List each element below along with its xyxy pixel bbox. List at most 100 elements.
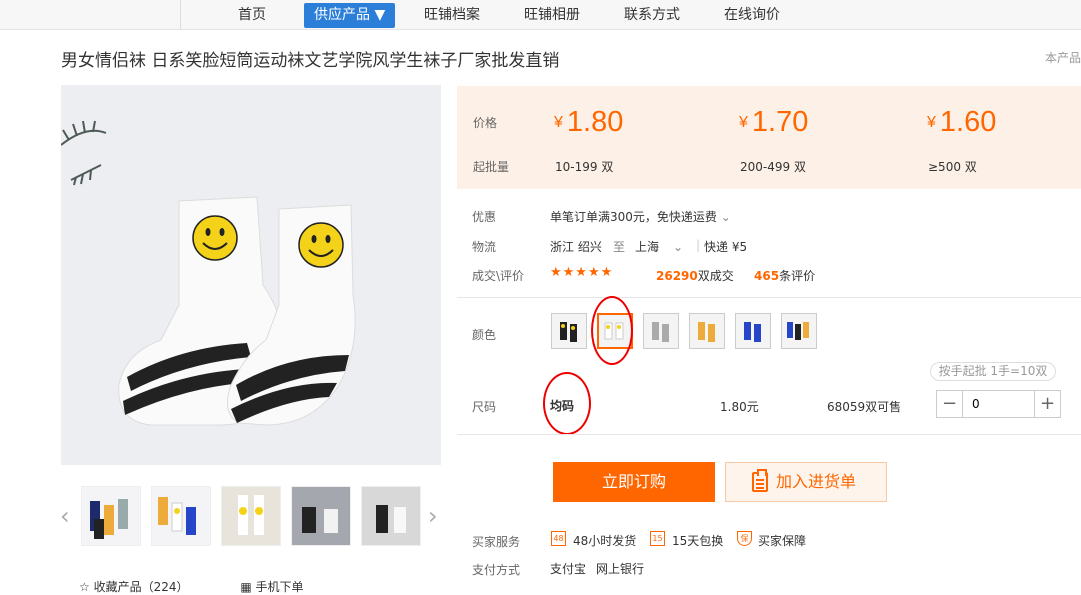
review-count: 465 [754,269,780,283]
services-label: 买家服务 [472,535,521,549]
product-title: 男女情侣袜 日系笑脸短筒运动袜文艺学院风学生袜子厂家批发直销 [61,51,560,71]
section-divider [457,297,1081,298]
deals-label: 成交\评价 [472,269,525,283]
color-swatch[interactable] [781,313,817,349]
moq-tier-1: 10-199 双 [555,160,614,174]
nav-shop-profile[interactable]: 旺铺档案 [424,0,480,30]
moq-label: 起批量 [473,160,510,174]
size-label: 尺码 [472,400,497,414]
price-value: 1.70 [751,106,809,138]
plus-icon[interactable]: + [1034,391,1060,417]
thumb-image [82,487,140,545]
ship-to-value: 上海 [635,240,660,254]
currency-symbol: ¥ [554,114,563,131]
bottom-links: ☆ 收藏产品（224） ▦ 手机下单 [79,578,304,595]
swatch-image [782,314,816,348]
minus-icon[interactable]: − [937,391,963,417]
review-unit: 条评价 [779,269,816,283]
currency-symbol: ¥ [739,114,748,131]
swatch-image [552,314,586,348]
deals-count-link[interactable]: 26290双成交 [656,267,734,284]
nav-shop-album[interactable]: 旺铺相册 [524,0,580,30]
quantity-input[interactable] [964,391,1034,417]
annotation-circle [591,296,633,365]
ship-from: 浙江 绍兴 [550,240,602,254]
buyer-protection-shield-icon: 保 [737,531,752,546]
color-swatch[interactable] [689,313,725,349]
nav-products[interactable]: 供应产品 ▼ [304,3,396,28]
nav-home[interactable]: 首页 [238,0,266,30]
thumbnail[interactable] [291,486,351,546]
currency-symbol: ¥ [927,114,936,131]
buy-now-button[interactable]: 立即订购 [553,462,715,502]
service-item[interactable]: 48小时发货 [573,532,636,549]
swatch-image [690,314,724,348]
favorite-link[interactable]: 收藏产品（224） [94,580,189,594]
moq-tier-3: ≥500 双 [928,160,977,174]
thumbnail[interactable] [221,486,281,546]
payment-label: 支付方式 [472,563,521,577]
star-outline-icon: ☆ [79,580,90,594]
price-label: 价格 [473,116,498,130]
service-item[interactable]: 买家保障 [758,532,806,549]
add-to-cart-label: 加入进货单 [776,472,857,491]
logistics-label: 物流 [472,240,497,254]
promo-text[interactable]: 单笔订单满300元，免快递运费 ⌄ [550,208,731,225]
price-band: 价格 起批量 ¥1.80 ¥1.70 ¥1.60 10-199 双 200-49… [457,86,1081,189]
price-tier-1: ¥1.80 [554,106,623,139]
ship-to-select[interactable]: 上海 ⌄ [635,238,683,255]
thumb-image [362,487,420,545]
promo-text-value: 单笔订单满300元，免快递运费 [550,210,717,224]
color-swatch[interactable] [551,313,587,349]
price-value: 1.80 [566,106,624,138]
size-price: 1.80元 [720,400,759,414]
moq-tier-2: 200-499 双 [740,160,806,174]
thumb-image [222,487,280,545]
nav-divider [180,0,181,30]
rating-stars: ★★★★★ [550,265,614,280]
batch-note: 按手起批 1手=10双 [930,362,1056,381]
thumb-image [292,487,350,545]
annotation-circle [543,372,591,435]
product-main-image[interactable] [61,85,441,465]
chevron-down-icon: ⌄ [673,240,684,254]
thumb-image [152,487,210,545]
logistics-divider: | [696,238,701,252]
nav-contact[interactable]: 联系方式 [624,0,680,30]
swatch-image [644,314,678,348]
15day-exchange-icon: 15 [650,531,665,546]
color-swatch[interactable] [735,313,771,349]
payment-method: 支付宝 [550,562,587,576]
socks-photo [61,85,441,465]
ship-to-word: 至 [613,240,626,254]
color-swatch[interactable] [643,313,679,349]
quantity-stepper[interactable]: − + [936,390,1061,418]
thumb-next-arrow[interactable]: › [428,502,438,530]
price-tier-3: ¥1.60 [927,106,996,139]
swatch-image [736,314,770,348]
deals-unit: 双成交 [697,269,734,283]
nav-inquiry[interactable]: 在线询价 [724,0,780,30]
corner-link[interactable]: 本产品 [1045,49,1081,66]
shipping-fee: 快递 ¥5 [704,240,748,254]
thumb-prev-arrow[interactable]: ‹ [60,502,70,530]
qr-icon: ▦ [240,580,252,594]
promo-label: 优惠 [472,210,497,224]
mobile-order-link[interactable]: 手机下单 [256,580,304,594]
section-divider [457,434,1081,435]
48h-shipping-icon: 48 [551,531,566,546]
thumbnail[interactable] [151,486,211,546]
add-to-cart-button[interactable]: 加入进货单 [725,462,887,502]
review-count-link[interactable]: 465条评价 [754,267,815,284]
top-nav: 首页 供应产品 ▼ 旺铺档案 旺铺相册 联系方式 在线询价 [0,0,1081,30]
payment-method: 网上银行 [596,562,645,576]
deals-count: 26290 [656,269,698,283]
price-tier-2: ¥1.70 [739,106,808,139]
thumbnail[interactable] [361,486,421,546]
chevron-down-icon: ⌄ [720,210,731,224]
service-item[interactable]: 15天包换 [672,532,723,549]
thumbnail[interactable] [81,486,141,546]
color-label: 颜色 [472,328,497,342]
stock-count: 68059双可售 [827,400,902,414]
clipboard-icon [752,469,768,492]
